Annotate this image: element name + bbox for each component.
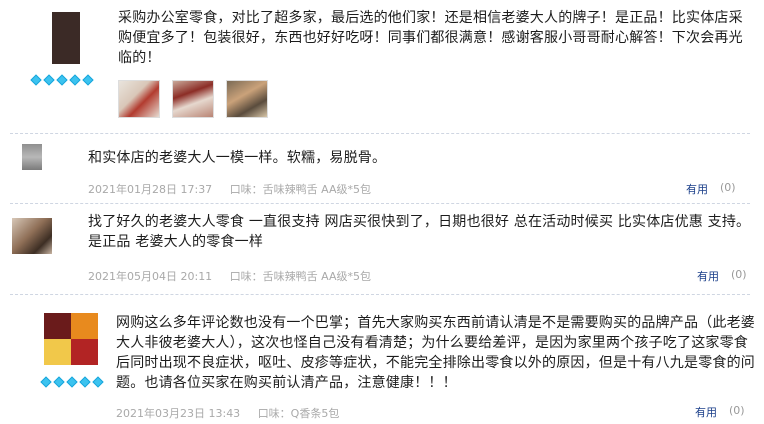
review-meta: 2021年03月23日 13:43 口味：Q香条5包	[116, 405, 353, 421]
rating-diamonds	[30, 74, 94, 86]
useful-count: (0)	[731, 268, 747, 281]
avatar[interactable]	[12, 218, 52, 254]
taste-info: 口味：舌味辣鸭舌 AA级*5包	[229, 270, 372, 283]
diamond-icon	[66, 376, 78, 388]
review-text: 和实体店的老婆大人一模一样。软糯，易脱骨。	[88, 150, 387, 166]
review-text: 找了好久的老婆大人零食 一直很支持 网店买很快到了，日期也很好 总在活动时候买 …	[88, 214, 751, 250]
review-meta: 2021年05月04日 20:11 口味：舌味辣鸭舌 AA级*5包	[88, 268, 385, 284]
diamond-icon	[82, 74, 94, 86]
taste-info: 口味：舌味辣鸭舌 AA级*5包	[229, 183, 372, 196]
avatar[interactable]	[44, 313, 98, 365]
review-date: 2021年05月04日 20:11	[88, 270, 213, 283]
diamond-icon	[69, 74, 81, 86]
review-item: 采购办公室零食，对比了超多家，最后选的他们家！还是相信老婆大人的牌子！是正品！比…	[0, 0, 764, 120]
useful-button[interactable]: 有用	[697, 268, 719, 284]
review-text: 网购这么多年评论数也没有一个巴掌；首先大家购买东西前请认清是不是需要购买的品牌产…	[116, 315, 755, 391]
diamond-icon	[53, 376, 65, 388]
review-date: 2021年03月23日 13:43	[116, 407, 241, 420]
review-item: 找了好久的老婆大人零食 一直很支持 网店买很快到了，日期也很好 总在活动时候买 …	[0, 204, 764, 284]
avatar[interactable]	[52, 12, 80, 64]
review-item: 和实体店的老婆大人一模一样。软糯，易脱骨。 2021年01月28日 17:37 …	[0, 134, 764, 206]
diamond-icon	[43, 74, 55, 86]
review-photo[interactable]	[118, 80, 160, 118]
review-meta: 2021年01月28日 17:37 口味：舌味辣鸭舌 AA级*5包	[88, 181, 385, 197]
diamond-icon	[56, 74, 68, 86]
useful-count: (0)	[720, 181, 736, 194]
diamond-icon	[92, 376, 104, 388]
diamond-icon	[40, 376, 52, 388]
useful-button[interactable]: 有用	[686, 181, 708, 197]
taste-info: 口味：Q香条5包	[257, 407, 340, 420]
review-text: 采购办公室零食，对比了超多家，最后选的他们家！还是相信老婆大人的牌子！是正品！比…	[118, 10, 743, 66]
useful-button[interactable]: 有用	[695, 404, 717, 420]
avatar[interactable]	[22, 144, 42, 170]
review-date: 2021年01月28日 17:37	[88, 183, 213, 196]
review-photo[interactable]	[172, 80, 214, 118]
review-item: 网购这么多年评论数也没有一个巴掌；首先大家购买东西前请认清是不是需要购买的品牌产…	[0, 295, 764, 424]
useful-count: (0)	[729, 404, 745, 417]
diamond-icon	[79, 376, 91, 388]
rating-diamonds	[40, 376, 104, 388]
diamond-icon	[30, 74, 42, 86]
review-photo[interactable]	[226, 80, 268, 118]
